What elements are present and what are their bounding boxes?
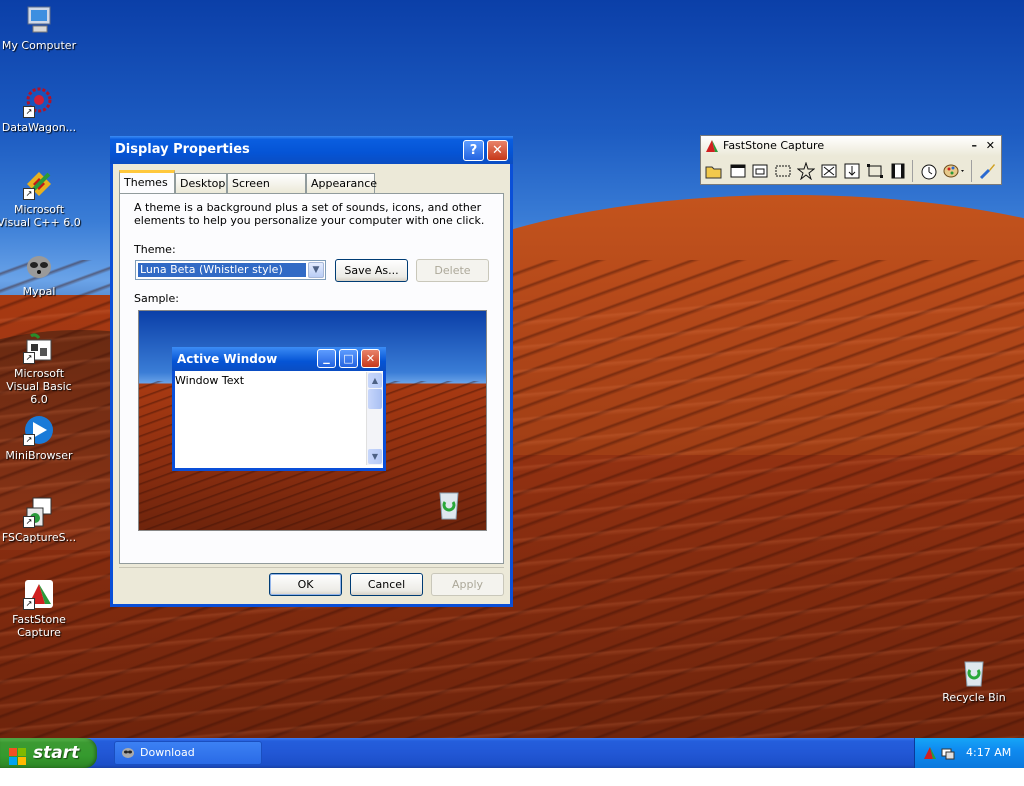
display-properties-window: Display Properties ? ✕ Themes Desktop Sc… <box>110 136 513 607</box>
sample-active-window: Active Window _ □ ✕ Window Text ▲ ▼ <box>172 347 386 471</box>
footer-divider <box>119 567 504 568</box>
desktop-icon-fscapture-setup[interactable]: ↗ FSCaptureS... <box>0 496 82 544</box>
shortcut-arrow-icon: ↗ <box>23 516 35 528</box>
taskbar-item-download[interactable]: Download FastStone... <box>114 741 262 781</box>
maximize-icon: □ <box>339 349 358 368</box>
start-button[interactable]: start <box>0 738 97 768</box>
desktop: My Computer ↗ DataWagon... ↗ Microsoft V… <box>0 0 1024 738</box>
open-folder-icon[interactable] <box>705 162 723 180</box>
desktop-icon-my-computer[interactable]: My Computer <box>0 4 82 52</box>
sample-scrollbar: ▲ ▼ <box>366 372 383 465</box>
sample-titlebar: Active Window _ □ ✕ <box>172 347 386 371</box>
save-as-button[interactable]: Save As... <box>335 259 408 282</box>
faststone-tray-icon[interactable] <box>923 746 937 760</box>
close-button[interactable]: ✕ <box>986 136 995 156</box>
chevron-down-icon[interactable]: ▼ <box>308 262 324 278</box>
network-tray-icon[interactable] <box>941 746 955 760</box>
close-button[interactable]: ✕ <box>487 140 508 161</box>
capture-full-screen-icon[interactable] <box>820 162 838 180</box>
toolbar-separator <box>912 160 913 182</box>
raccoon-icon <box>121 746 135 760</box>
clock[interactable]: 4:17 AM <box>966 738 1011 768</box>
capture-freehand-icon[interactable] <box>796 161 816 181</box>
sample-recycle-bin-icon <box>435 489 463 521</box>
tab-appearance[interactable]: Appearance <box>306 173 377 193</box>
theme-dropdown[interactable]: Luna Beta (Whistler style) ▼ <box>135 260 326 280</box>
close-icon: ✕ <box>361 349 380 368</box>
tab-screen-saver[interactable]: Screen Saver <box>227 173 306 210</box>
raccoon-icon <box>23 250 55 282</box>
delay-timer-icon[interactable] <box>920 162 938 180</box>
shortcut-arrow-icon: ↗ <box>23 598 35 610</box>
capture-fixed-region-icon[interactable] <box>866 162 884 180</box>
tab-desktop[interactable]: Desktop <box>175 173 227 193</box>
capture-toolbar-buttons <box>701 158 1001 184</box>
desktop-icon-datawagon[interactable]: ↗ DataWagon... <box>0 86 82 134</box>
shortcut-arrow-icon: ↗ <box>23 434 35 446</box>
desktop-icon-visual-basic[interactable]: ↗ Microsoft Visual Basic 6.0 <box>0 332 82 406</box>
tab-strip: Themes Desktop Screen Saver Appearance <box>119 170 377 210</box>
scroll-up-icon: ▲ <box>368 373 382 388</box>
cancel-button[interactable]: Cancel <box>350 573 423 596</box>
faststone-capture-icon: ↗ <box>23 578 55 610</box>
recycle-bin-icon <box>958 656 990 688</box>
faststone-logo-icon <box>705 139 719 153</box>
tab-themes[interactable]: Themes <box>119 170 175 194</box>
themes-tab-panel: A theme is a background plus a set of so… <box>119 193 504 564</box>
delete-button[interactable]: Delete <box>416 259 489 282</box>
settings-brush-icon[interactable] <box>979 162 997 180</box>
sample-window-title: Active Window <box>177 352 278 366</box>
computer-icon <box>23 4 55 36</box>
capture-toolbar-title: FastStone Capture <box>723 139 825 152</box>
capture-rectangle-icon[interactable] <box>774 162 792 180</box>
help-button[interactable]: ? <box>463 140 484 161</box>
taskbar-item-label: Download FastStone... <box>140 746 205 781</box>
installer-icon: ↗ <box>23 496 55 528</box>
desktop-icon-visual-cpp[interactable]: ↗ Microsoft Visual C++ 6.0 <box>0 168 82 229</box>
visual-basic-icon: ↗ <box>23 332 55 364</box>
capture-active-window-icon[interactable] <box>729 162 747 180</box>
minimize-button[interactable]: – <box>972 136 978 156</box>
shortcut-arrow-icon: ↗ <box>23 188 35 200</box>
start-label: start <box>33 743 80 763</box>
shortcut-arrow-icon: ↗ <box>23 352 35 364</box>
capture-toolbar-titlebar[interactable]: FastStone Capture – ✕ <box>701 136 1001 156</box>
theme-label: Theme: <box>134 243 176 256</box>
desktop-icon-mypal[interactable]: Mypal <box>0 250 82 298</box>
faststone-capture-toolbar: FastStone Capture – ✕ <box>700 135 1002 185</box>
theme-sample-preview: Active Window _ □ ✕ Window Text ▲ ▼ <box>138 310 487 531</box>
visual-cpp-icon: ↗ <box>23 168 55 200</box>
desktop-icon-faststone-capture[interactable]: ↗ FastStone Capture <box>0 578 82 639</box>
datawagon-icon: ↗ <box>23 86 55 118</box>
sample-label: Sample: <box>134 292 179 305</box>
system-tray: 4:17 AM <box>914 738 1024 768</box>
window-title: Display Properties <box>115 142 250 157</box>
capture-scrolling-window-icon[interactable] <box>843 162 861 180</box>
screen-recorder-icon[interactable] <box>889 162 907 180</box>
capture-window-object-icon[interactable] <box>751 162 769 180</box>
shortcut-arrow-icon: ↗ <box>23 106 35 118</box>
output-color-picker-icon[interactable] <box>943 162 967 180</box>
windows-logo-icon <box>9 745 26 765</box>
theme-dropdown-value: Luna Beta (Whistler style) <box>138 263 306 277</box>
apply-button[interactable]: Apply <box>431 573 504 596</box>
sample-window-text: Window Text <box>175 374 245 387</box>
scroll-down-icon: ▼ <box>368 449 382 464</box>
minibrowser-icon: ↗ <box>23 414 55 446</box>
scroll-thumb <box>368 389 382 409</box>
ok-button[interactable]: OK <box>269 573 342 596</box>
themes-description: A theme is a background plus a set of so… <box>134 201 485 227</box>
desktop-icon-recycle-bin[interactable]: Recycle Bin <box>931 656 1017 704</box>
toolbar-separator <box>971 160 972 182</box>
taskbar: start Download FastStone... 4:17 AM <box>0 738 1024 781</box>
minimize-icon: _ <box>317 349 336 368</box>
desktop-icon-minibrowser[interactable]: ↗ MiniBrowser <box>0 414 82 462</box>
display-properties-titlebar[interactable]: Display Properties ? ✕ <box>110 136 513 164</box>
